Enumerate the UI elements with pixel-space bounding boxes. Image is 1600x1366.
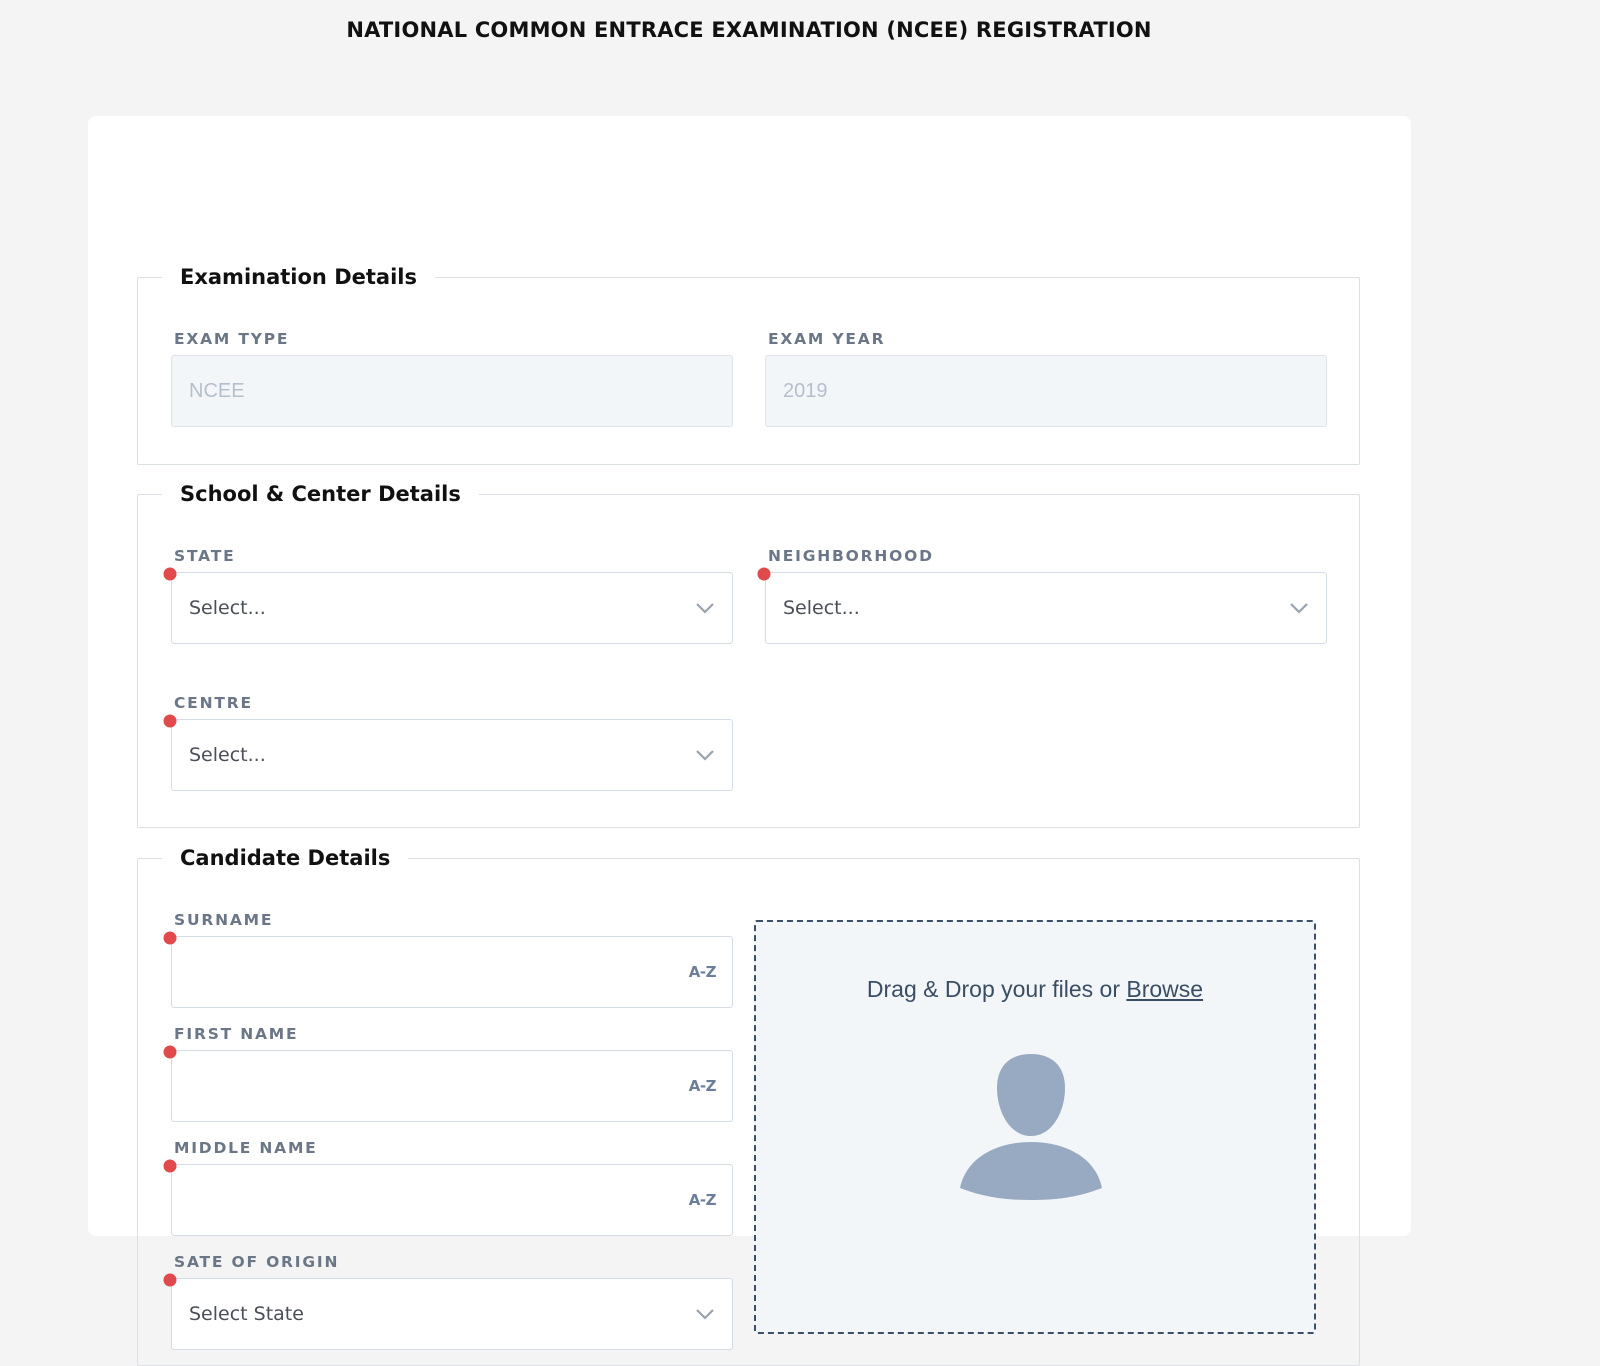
- chevron-down-icon: [696, 750, 714, 761]
- middle-name-label: MIDDLE NAME: [174, 1139, 318, 1157]
- exam-type-label: EXAM TYPE: [174, 330, 290, 348]
- exam-type-field: EXAM TYPE NCEE: [171, 329, 733, 427]
- neighborhood-select[interactable]: Select...: [765, 572, 1327, 644]
- middle-name-input[interactable]: A-Z: [171, 1164, 733, 1236]
- required-marker-icon: [163, 1045, 177, 1059]
- centre-label: CENTRE: [174, 694, 253, 712]
- alpha-only-badge: A-Z: [688, 1077, 717, 1095]
- alpha-only-badge: A-Z: [688, 963, 717, 981]
- exam-year-field: EXAM YEAR 2019: [765, 329, 1327, 427]
- centre-select-value: Select...: [189, 744, 266, 766]
- exam-type-value: NCEE: [189, 379, 245, 402]
- alpha-only-badge: A-Z: [688, 1191, 717, 1209]
- exam-year-label: EXAM YEAR: [768, 330, 886, 348]
- exam-year-input: 2019: [765, 355, 1327, 427]
- state-of-origin-value: Select State: [189, 1303, 304, 1325]
- required-marker-icon: [163, 931, 177, 945]
- examination-details-section: Examination Details EXAM TYPE NCEE EXAM …: [137, 265, 1360, 465]
- chevron-down-icon: [1290, 603, 1308, 614]
- first-name-input[interactable]: A-Z: [171, 1050, 733, 1122]
- neighborhood-select-value: Select...: [783, 597, 860, 619]
- surname-input[interactable]: A-Z: [171, 936, 733, 1008]
- neighborhood-label: NEIGHBORHOOD: [768, 547, 934, 565]
- section-title-candidate: Candidate Details: [180, 846, 391, 870]
- state-select[interactable]: Select...: [171, 572, 733, 644]
- section-title-school-center: School & Center Details: [180, 482, 461, 506]
- surname-label: SURNAME: [174, 911, 274, 929]
- required-marker-icon: [163, 1159, 177, 1173]
- first-name-label: FIRST NAME: [174, 1025, 299, 1043]
- state-select-value: Select...: [189, 597, 266, 619]
- chevron-down-icon: [696, 1309, 714, 1320]
- page-title: NATIONAL COMMON ENTRACE EXAMINATION (NCE…: [346, 18, 1152, 42]
- surname-field: SURNAME A-Z: [165, 910, 733, 1008]
- centre-select[interactable]: Select...: [171, 719, 733, 791]
- middle-name-field: MIDDLE NAME A-Z: [165, 1138, 733, 1236]
- required-marker-icon: [163, 567, 177, 581]
- candidate-details-section: Candidate Details SURNAME A-Z FIRST NAME…: [137, 846, 1360, 1366]
- required-marker-icon: [757, 567, 771, 581]
- photo-upload-dropzone[interactable]: Drag & Drop your files or Browse: [754, 920, 1316, 1334]
- exam-type-input: NCEE: [171, 355, 733, 427]
- state-of-origin-field: SATE OF ORIGIN Select State: [165, 1252, 733, 1350]
- registration-card: Examination Details EXAM TYPE NCEE EXAM …: [88, 116, 1411, 1366]
- first-name-field: FIRST NAME A-Z: [165, 1024, 733, 1122]
- browse-link[interactable]: Browse: [1126, 976, 1203, 1002]
- section-title-examination: Examination Details: [180, 265, 417, 289]
- required-marker-icon: [163, 714, 177, 728]
- dropzone-instructions: Drag & Drop your files or Browse: [756, 976, 1314, 1003]
- state-of-origin-label: SATE OF ORIGIN: [174, 1253, 340, 1271]
- neighborhood-field: NEIGHBORHOOD Select...: [759, 546, 1327, 644]
- required-marker-icon: [163, 1273, 177, 1287]
- state-field: STATE Select...: [165, 546, 733, 644]
- dropzone-text: Drag & Drop your files or: [866, 976, 1127, 1002]
- exam-year-value: 2019: [783, 379, 828, 402]
- chevron-down-icon: [696, 603, 714, 614]
- state-of-origin-select[interactable]: Select State: [171, 1278, 733, 1350]
- state-label: STATE: [174, 547, 236, 565]
- avatar-placeholder-icon: [960, 1054, 1102, 1200]
- centre-field: CENTRE Select...: [165, 693, 733, 791]
- school-center-details-section: School & Center Details STATE Select... …: [137, 482, 1360, 828]
